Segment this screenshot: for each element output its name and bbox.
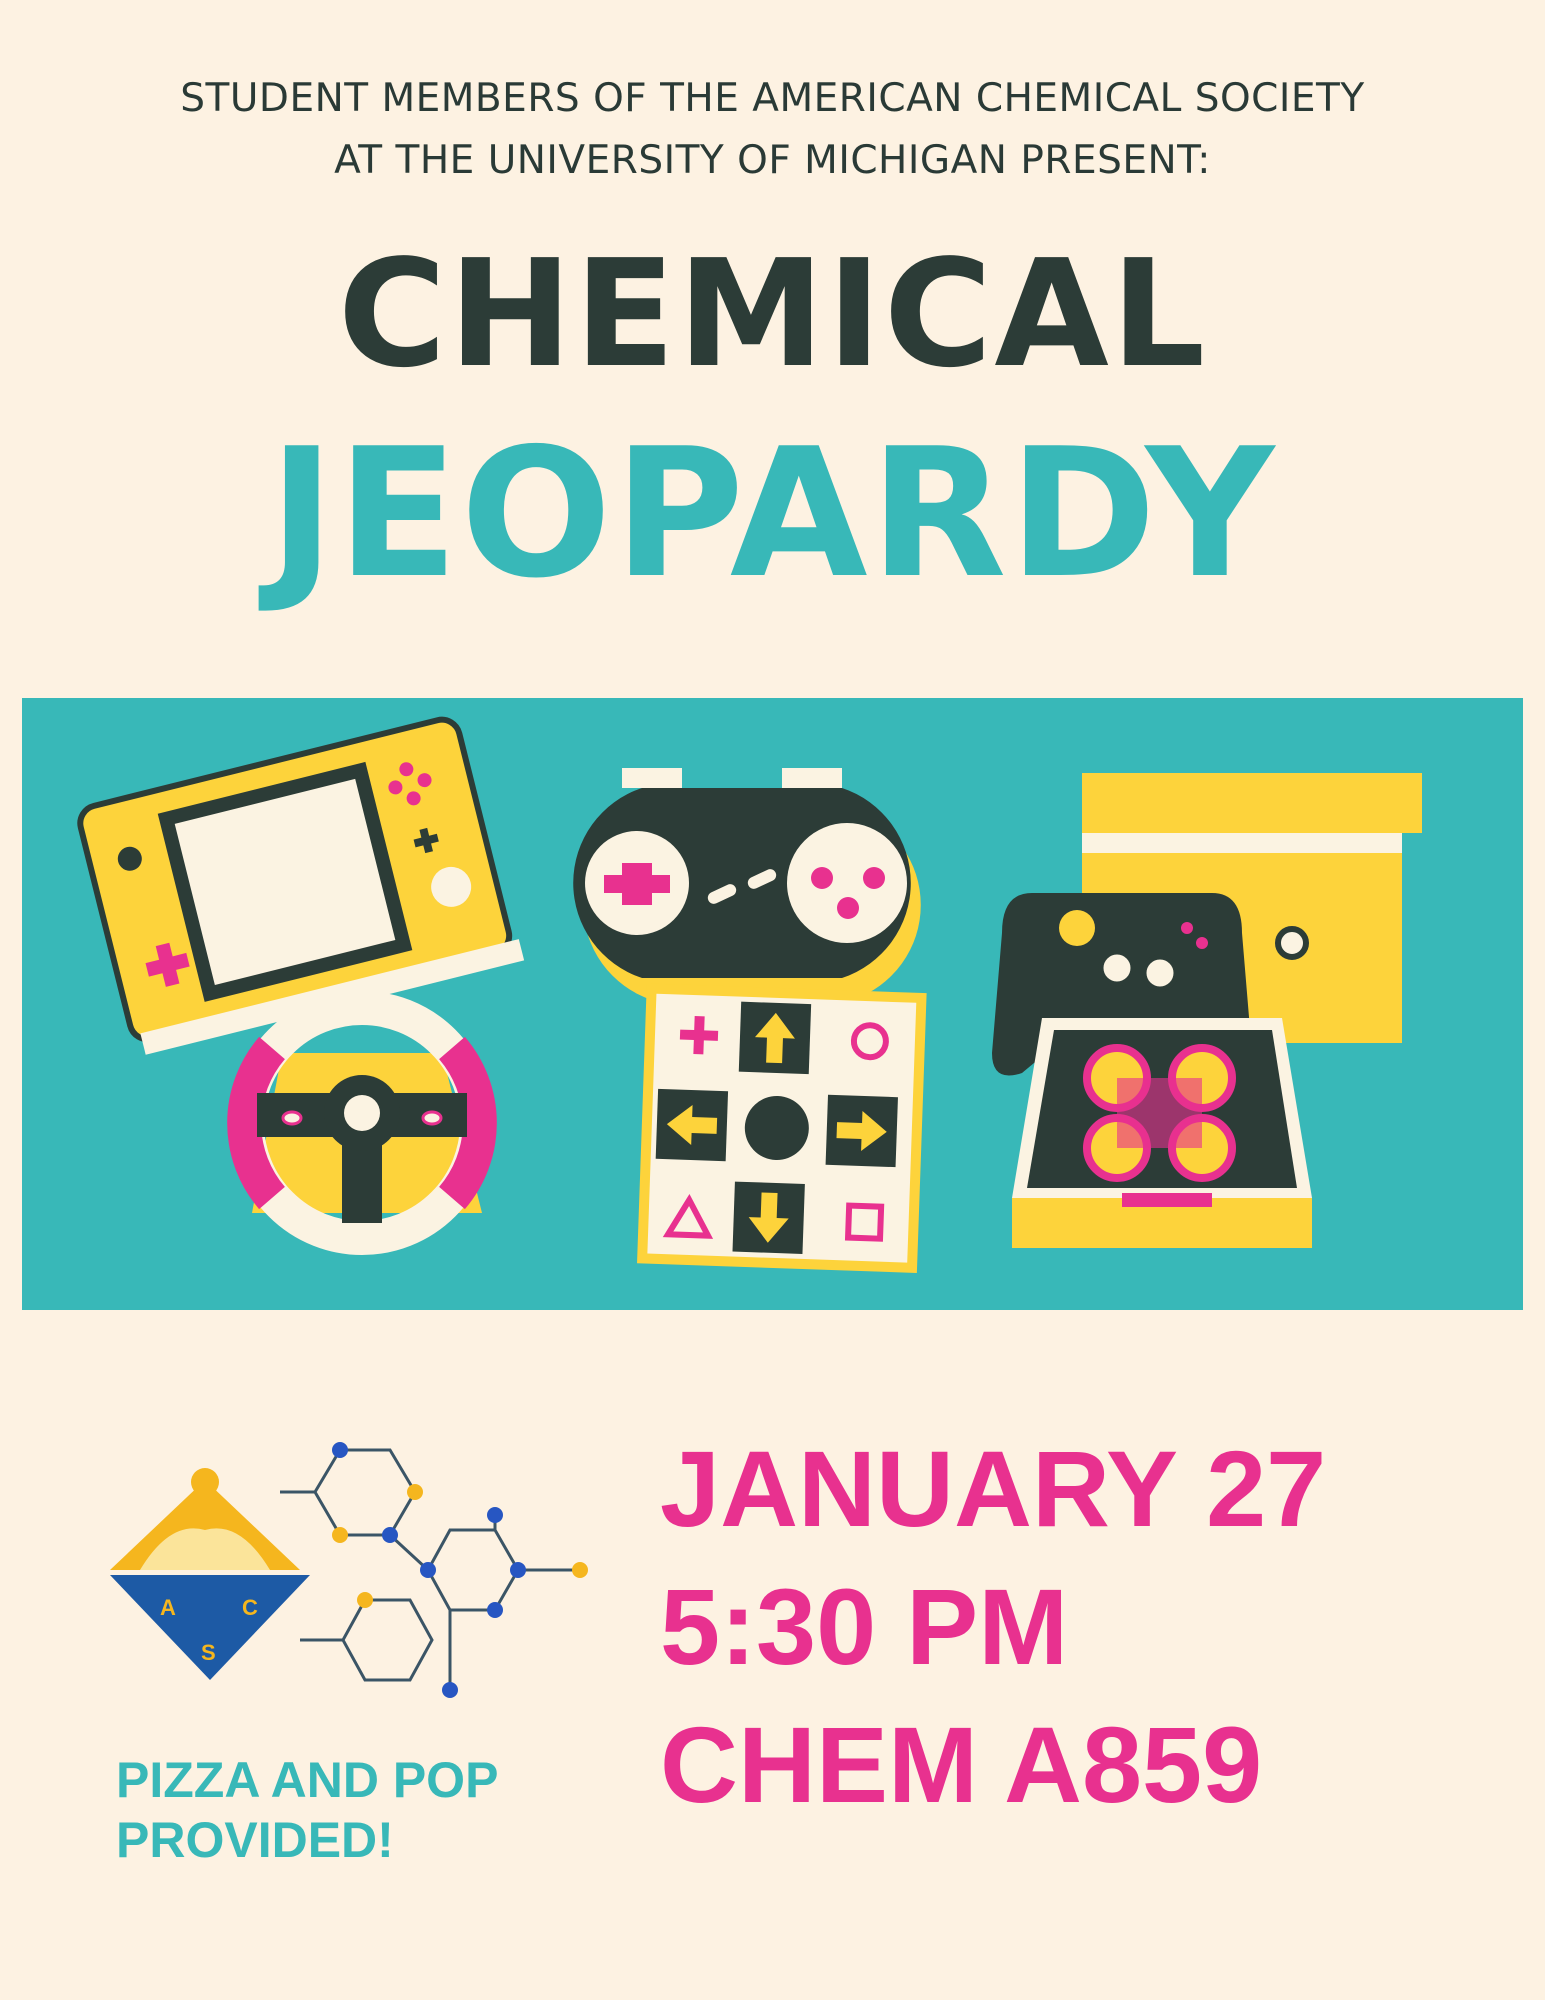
handheld-console-icon <box>77 716 525 1055</box>
logo-letter-s: S <box>201 1640 216 1665</box>
dance-pad-icon <box>637 983 927 1273</box>
intro-line-1: STUDENT MEMBERS OF THE AMERICAN CHEMICAL… <box>180 76 1365 121</box>
arcade-stick-icon <box>1012 1018 1312 1248</box>
perks-text: PIZZA AND POP PROVIDED! <box>116 1750 636 1870</box>
intro-line-2: AT THE UNIVERSITY OF MICHIGAN PRESENT: <box>334 138 1211 183</box>
event-location: CHEM A859 <box>660 1704 1263 1825</box>
event-details: JANUARY 27 5:30 PM CHEM A859 <box>660 1420 1520 1834</box>
event-date: JANUARY 27 <box>660 1428 1327 1549</box>
acs-logo: A C S <box>100 1420 620 1700</box>
game-icons-banner <box>22 698 1523 1310</box>
event-time: 5:30 PM <box>660 1566 1069 1687</box>
eagle-icon <box>110 1468 300 1570</box>
steering-wheel-icon <box>227 991 497 1255</box>
intro-text: STUDENT MEMBERS OF THE AMERICAN CHEMICAL… <box>0 68 1545 192</box>
perks-line-1: PIZZA AND POP <box>116 1752 499 1808</box>
logo-letter-a: A <box>160 1595 176 1620</box>
perks-line-2: PROVIDED! <box>116 1812 394 1868</box>
title-chemical: CHEMICAL <box>337 228 1208 400</box>
title-jeopardy: JEOPARDY <box>268 410 1277 617</box>
logo-letter-c: C <box>242 1595 258 1620</box>
gamepad-icon <box>573 768 921 1000</box>
